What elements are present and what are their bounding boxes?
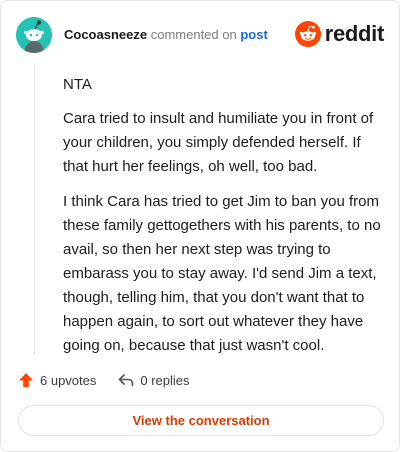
reddit-logo[interactable]: reddit <box>294 20 385 48</box>
snoo-avatar-icon <box>16 17 52 53</box>
comment-paragraph: Cara tried to insult and humiliate you i… <box>63 110 374 175</box>
view-conversation-button[interactable]: View the conversation <box>18 405 384 436</box>
reply-stat[interactable]: 0 replies <box>118 372 190 388</box>
reddit-snoo-icon <box>294 21 321 47</box>
upvote-arrow-icon <box>18 372 34 388</box>
action-text: commented on <box>150 27 237 42</box>
comment-paragraph: NTA <box>63 76 92 93</box>
thread-line <box>34 63 35 355</box>
upvote-count: 6 upvotes <box>40 372 97 388</box>
byline: Cocoasneeze commented on post <box>64 27 268 43</box>
reply-count: 0 replies <box>140 372 190 388</box>
comment-paragraph: I think Cara has tried to get Jim to ban… <box>63 193 381 354</box>
username-link[interactable]: Cocoasneeze <box>64 27 147 42</box>
avatar[interactable] <box>16 17 52 53</box>
reply-arrow-icon <box>118 372 134 388</box>
comment-header: Cocoasneeze commented on post reddit <box>16 17 384 53</box>
comment-stats: 6 upvotes 0 replies <box>18 370 190 390</box>
post-link[interactable]: post <box>240 27 267 42</box>
reddit-wordmark: reddit <box>324 21 385 46</box>
comment-embed-card: Cocoasneeze commented on post reddit NTA… <box>0 0 400 452</box>
comment-body: NTA Cara tried to insult and humiliate y… <box>63 73 381 369</box>
upvote-stat[interactable]: 6 upvotes <box>18 372 96 388</box>
